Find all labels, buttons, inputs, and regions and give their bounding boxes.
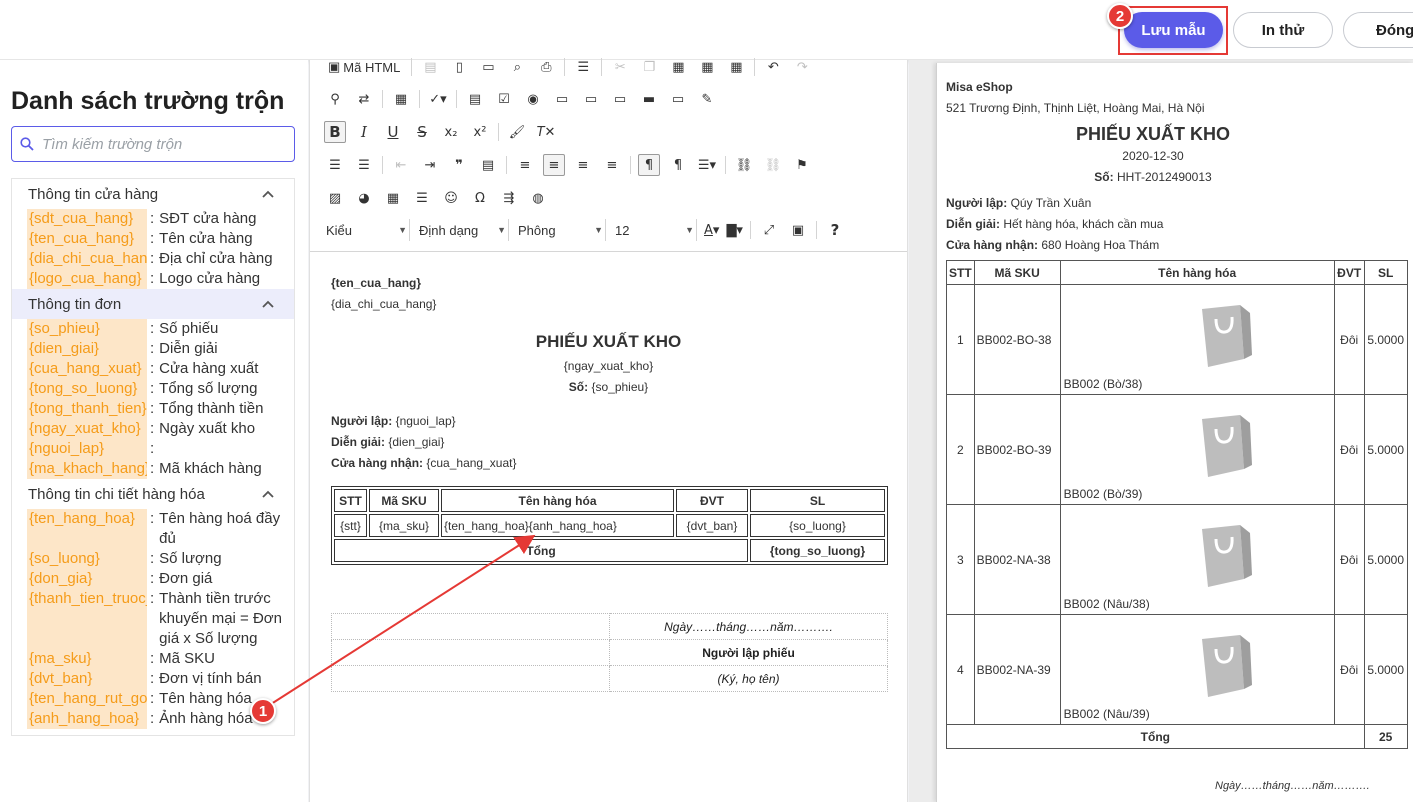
annotation-arrow: [267, 534, 536, 707]
step-marker-1: 1: [250, 698, 276, 724]
